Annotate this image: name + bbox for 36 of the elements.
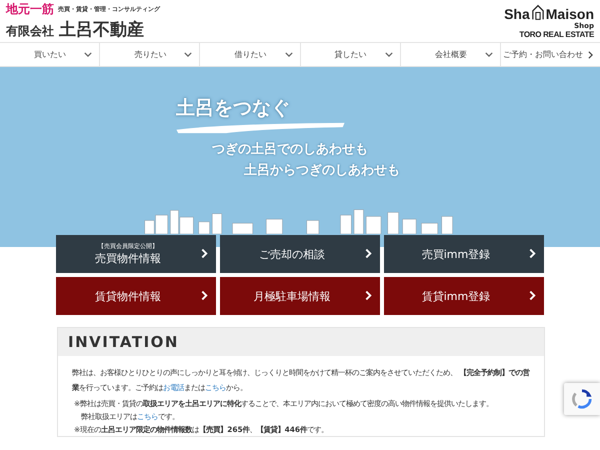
- nav-item[interactable]: 会社概要: [400, 43, 501, 66]
- chevron-right-icon: [529, 290, 536, 301]
- category-button[interactable]: ご売却の相談: [220, 235, 380, 273]
- chevron-right-icon: [365, 248, 372, 259]
- hero-title: 土呂をつなぐ: [176, 96, 291, 121]
- category-button[interactable]: 賃貸物件情報: [56, 277, 216, 315]
- chevron-down-icon: [184, 52, 192, 57]
- partner-logo-text: Maison: [546, 6, 594, 22]
- nav-item[interactable]: 借りたい: [200, 43, 301, 66]
- chevron-down-icon: [484, 52, 493, 57]
- partner-logo-text: Sha: [504, 6, 530, 22]
- company-type: 有限会社: [6, 23, 54, 40]
- recaptcha-badge[interactable]: [564, 383, 600, 415]
- chevron-right-icon: [201, 290, 208, 301]
- section-title: INVITATION: [68, 333, 179, 351]
- hero-text: 土呂からつぎのしあわせも: [244, 162, 401, 179]
- chevron-down-icon: [84, 52, 92, 57]
- recaptcha-icon: [571, 388, 593, 410]
- chevron-down-icon: [384, 52, 393, 57]
- nav-item[interactable]: 買いたい: [0, 43, 100, 66]
- nav-item[interactable]: 貸したい: [300, 43, 401, 66]
- house-icon: [532, 4, 544, 20]
- nav-item[interactable]: 売りたい: [100, 43, 200, 66]
- tagline: 地元一筋: [6, 1, 54, 18]
- chevron-right-icon: [588, 50, 594, 58]
- chevron-right-icon: [201, 248, 208, 259]
- company-name[interactable]: 土呂不動産: [59, 18, 144, 41]
- chevron-right-icon: [529, 248, 536, 259]
- category-button[interactable]: 月極駐車場情報: [220, 277, 380, 315]
- chevron-right-icon: [365, 290, 372, 301]
- nav-item[interactable]: ご予約・お問い合わせ: [500, 43, 600, 66]
- office-name: TORO REAL ESTATE: [519, 30, 594, 38]
- chevron-down-icon: [284, 52, 293, 57]
- category-button[interactable]: 賃貸imm登録: [384, 277, 544, 315]
- category-button[interactable]: 売買imm登録: [384, 235, 544, 273]
- hero-text: つぎの土呂でのしあわせも: [212, 141, 369, 158]
